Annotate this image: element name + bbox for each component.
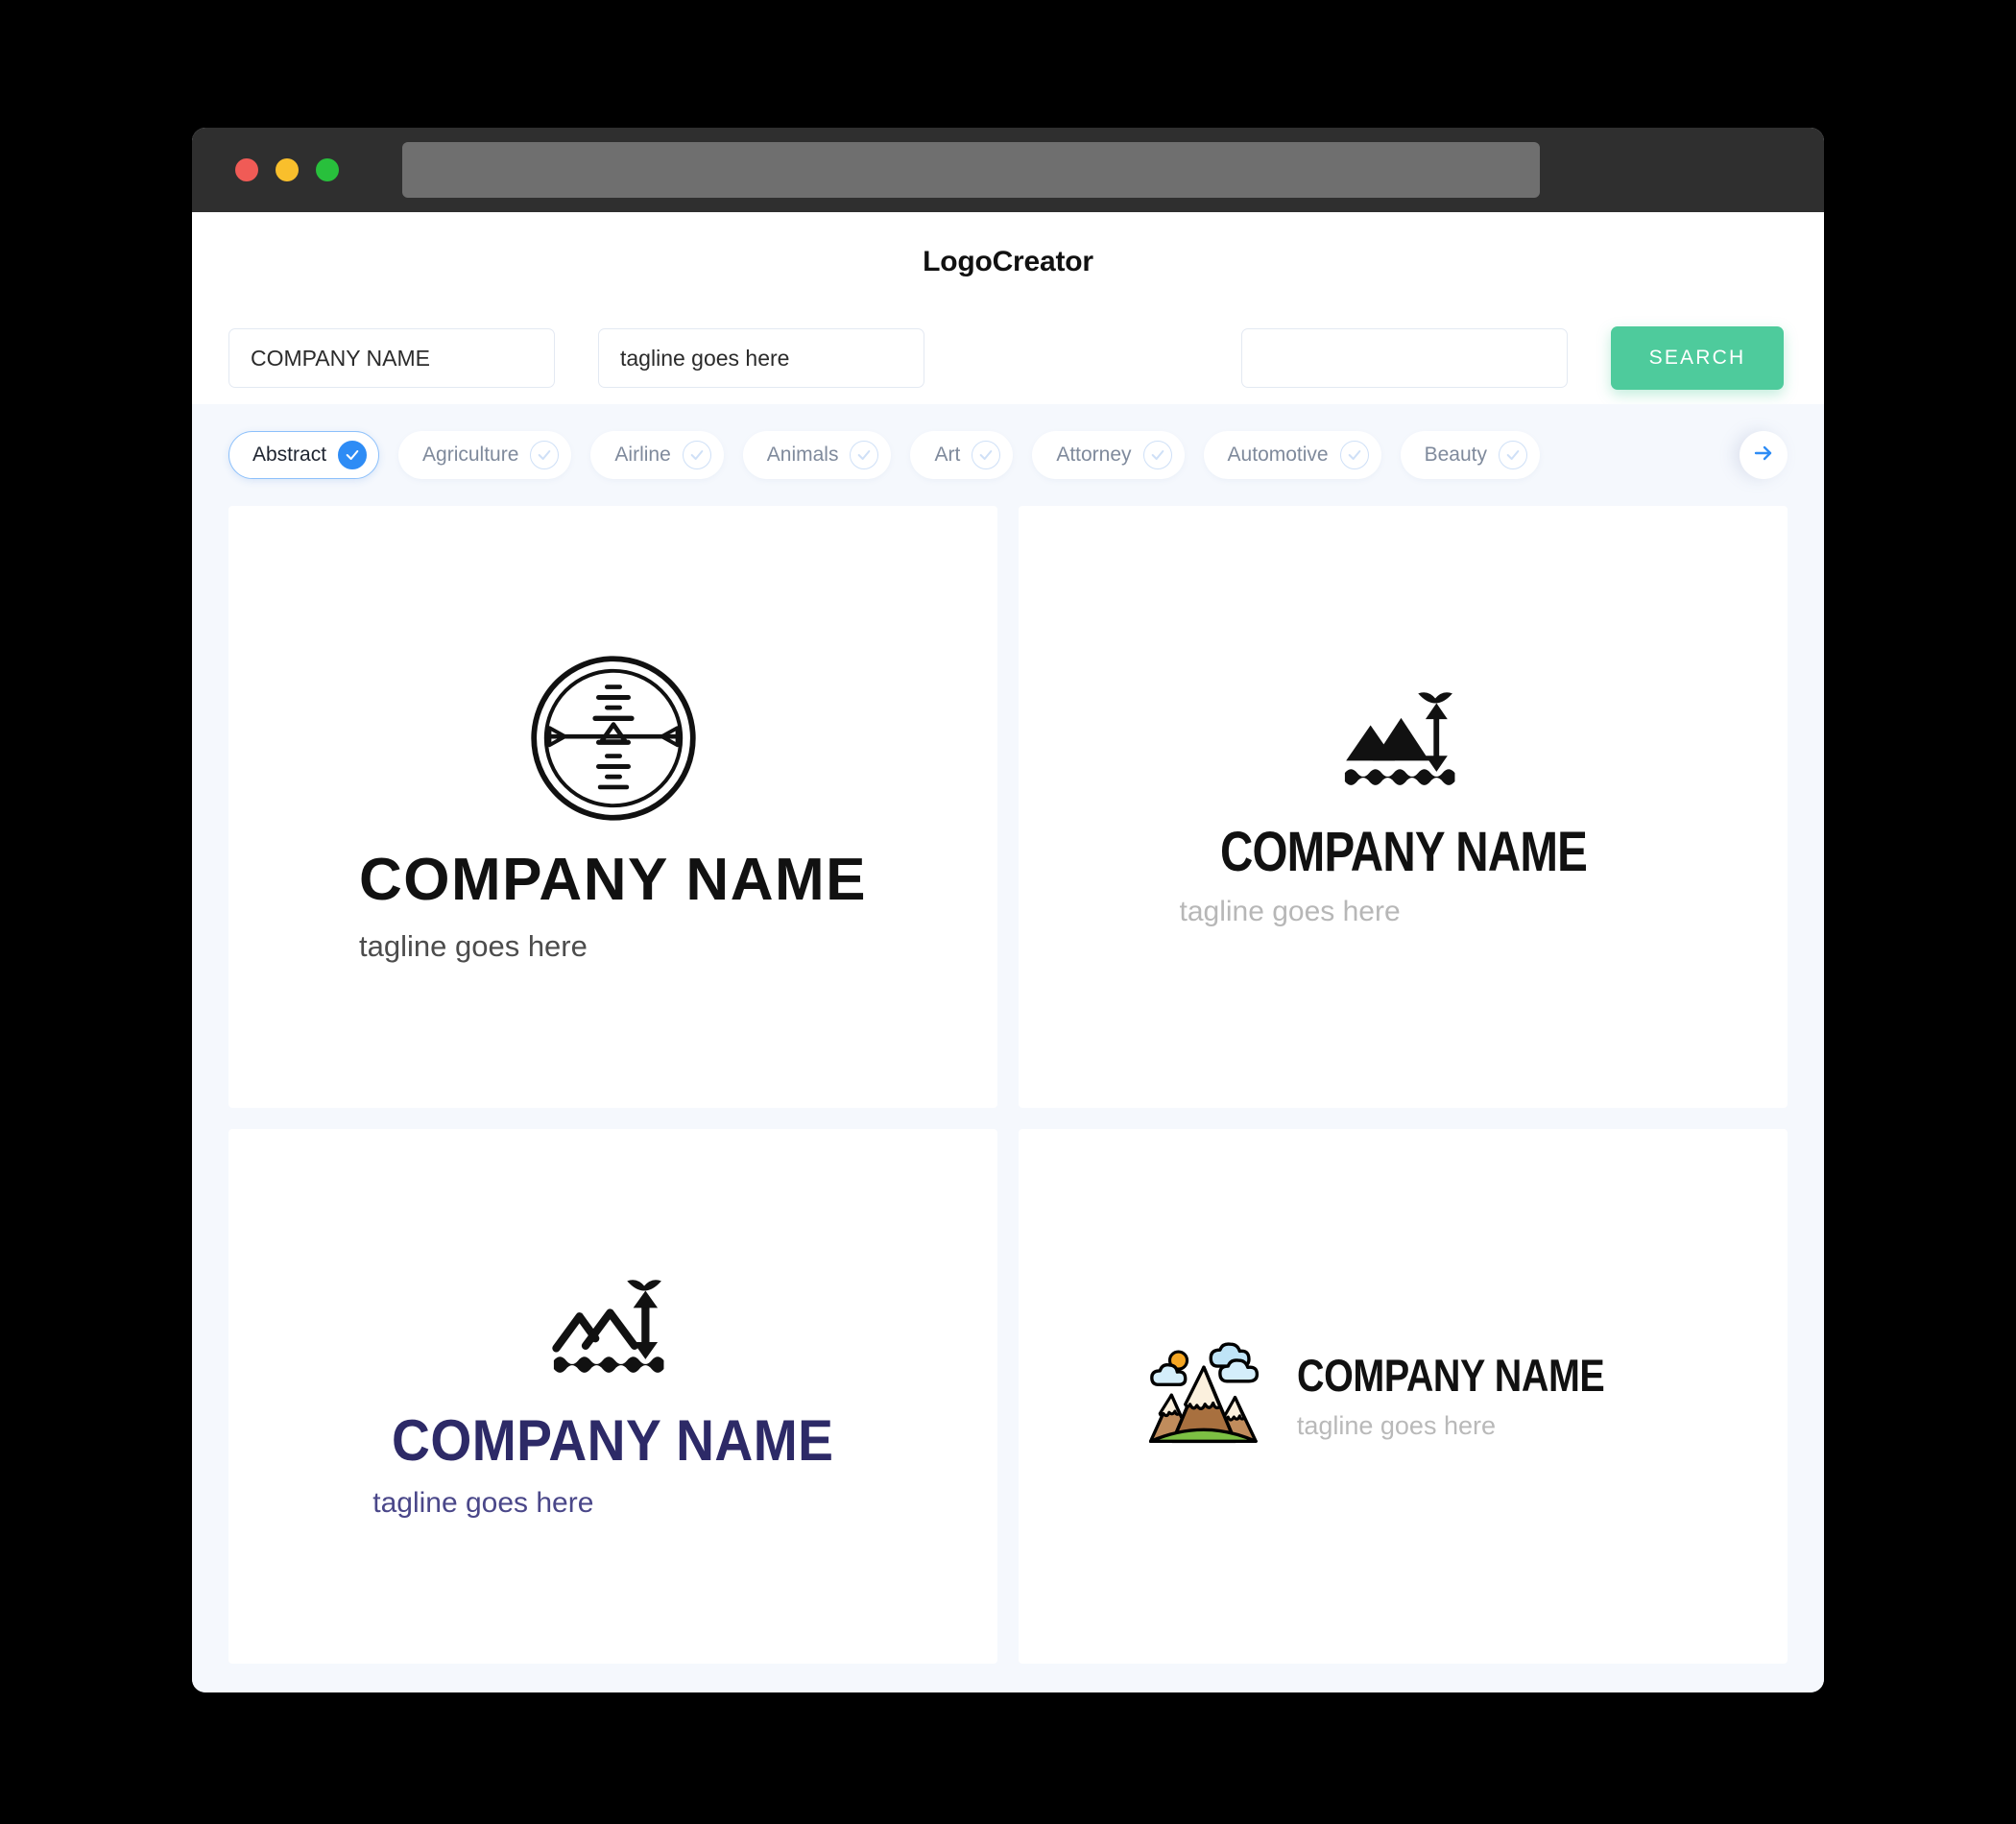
- check-circle-icon: [972, 441, 1001, 469]
- check-circle-icon: [1339, 441, 1369, 469]
- logo-company-name: COMPANY NAME: [392, 1407, 834, 1473]
- category-chip-automotive[interactable]: Automotive: [1203, 431, 1381, 479]
- category-chip-label: Beauty: [1424, 444, 1487, 466]
- mountains-arrow-solid-icon: [1342, 687, 1465, 800]
- browser-window: LogoCreator SEARCH Abstract Agriculture Ai…: [192, 128, 1824, 1692]
- search-button[interactable]: SEARCH: [1611, 326, 1784, 390]
- category-chip-attorney[interactable]: Attorney: [1032, 431, 1185, 479]
- search-toolbar: SEARCH: [192, 312, 1824, 404]
- check-circle-icon: [530, 441, 560, 469]
- logo-company-name: COMPANY NAME: [359, 847, 867, 914]
- category-chip-agriculture[interactable]: Agriculture: [398, 431, 572, 479]
- logo-card[interactable]: COMPANY NAME tagline goes here: [1019, 506, 1788, 1108]
- check-circle-icon: [338, 441, 368, 469]
- logo-tagline: tagline goes here: [1179, 895, 1401, 927]
- extra-search-input[interactable]: [1241, 328, 1568, 388]
- logo-tagline: tagline goes here: [1296, 1411, 1496, 1441]
- logo-card[interactable]: COMPANY NAME tagline goes here: [228, 506, 997, 1108]
- logo-tagline: tagline goes here: [359, 929, 588, 964]
- logo-company-name: COMPANY NAME: [1219, 820, 1587, 883]
- logo-tagline: tagline goes here: [372, 1486, 594, 1519]
- category-chip-label: Abstract: [252, 444, 327, 466]
- categories-next-button[interactable]: [1740, 431, 1788, 479]
- category-chip-abstract[interactable]: Abstract: [228, 431, 380, 479]
- check-circle-icon: [850, 441, 879, 469]
- page-title: LogoCreator: [923, 246, 1093, 277]
- company-name-input[interactable]: [228, 328, 555, 388]
- logo-text-block: COMPANY NAME tagline goes here: [372, 1387, 852, 1518]
- logo-card[interactable]: COMPANY NAME tagline goes here: [228, 1128, 997, 1664]
- category-chip-label: Attorney: [1056, 444, 1132, 466]
- maximize-window-button[interactable]: [316, 158, 339, 181]
- category-chip-airline[interactable]: Airline: [590, 431, 724, 479]
- traffic-lights: [235, 158, 339, 181]
- category-chip-label: Airline: [614, 444, 671, 466]
- category-chip-label: Art: [934, 444, 961, 466]
- check-circle-icon: [682, 441, 711, 469]
- category-filter-bar: Abstract Agriculture Airline Animals Art Atto…: [192, 404, 1824, 506]
- category-chip-label: Agriculture: [422, 444, 519, 466]
- app-header: LogoCreator: [192, 212, 1824, 312]
- category-chip-animals[interactable]: Animals: [742, 431, 892, 479]
- logo-company-name: COMPANY NAME: [1296, 1350, 1605, 1402]
- category-chip-beauty[interactable]: Beauty: [1400, 431, 1540, 479]
- mountain-scene-color-icon: [1143, 1337, 1264, 1455]
- minimize-window-button[interactable]: [276, 158, 299, 181]
- category-chip-label: Automotive: [1227, 444, 1329, 466]
- logo-text-block: COMPANY NAME tagline goes here: [359, 829, 867, 964]
- close-window-button[interactable]: [235, 158, 258, 181]
- logo-lockup: COMPANY NAME tagline goes here: [359, 652, 867, 961]
- logo-lockup: COMPANY NAME tagline goes here: [1143, 1337, 1663, 1455]
- logo-lockup: COMPANY NAME tagline goes here: [372, 1275, 852, 1518]
- category-chip-label: Animals: [766, 444, 839, 466]
- circular-badge-abstract-icon: [527, 652, 700, 829]
- logo-text-block: COMPANY NAME tagline goes here: [1297, 1353, 1663, 1439]
- category-chip-art[interactable]: Art: [910, 431, 1014, 479]
- logo-text-block: COMPANY NAME tagline goes here: [1180, 800, 1627, 926]
- logo-lockup: COMPANY NAME tagline goes here: [1180, 687, 1627, 926]
- check-circle-icon: [1499, 441, 1527, 469]
- screen: LogoCreator SEARCH Abstract Agriculture Ai…: [0, 0, 2016, 1824]
- tagline-input[interactable]: [598, 328, 924, 388]
- url-bar[interactable]: [402, 142, 1540, 198]
- logo-card[interactable]: COMPANY NAME tagline goes here: [1019, 1128, 1788, 1664]
- check-circle-icon: [1142, 441, 1172, 469]
- arrow-right-icon: [1752, 442, 1775, 469]
- mountains-arrow-outline-icon: [551, 1275, 674, 1387]
- browser-titlebar: [192, 128, 1824, 212]
- logo-results-grid: COMPANY NAME tagline goes here COMPANY N…: [192, 506, 1824, 1692]
